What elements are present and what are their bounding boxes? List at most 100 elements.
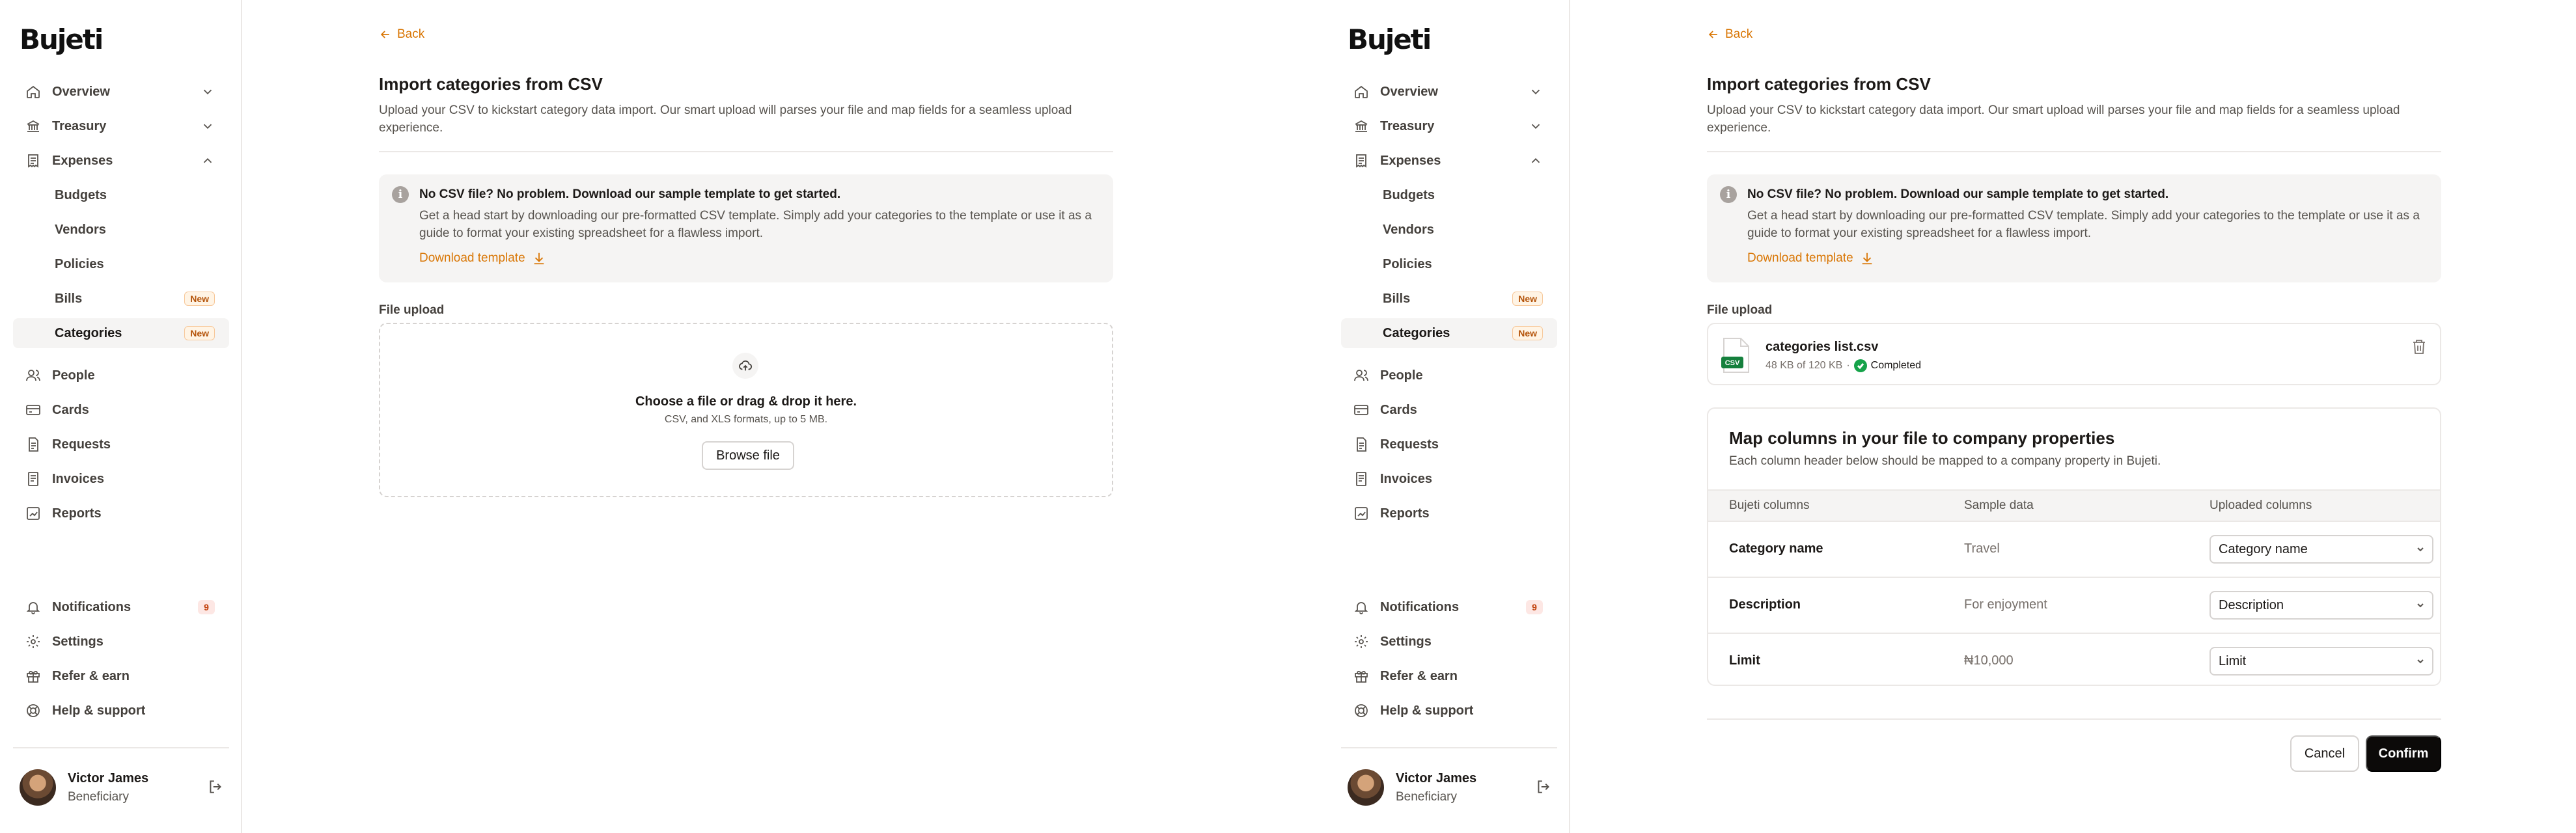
sidebar-item-categories[interactable]: Categories New: [13, 318, 229, 348]
download-icon: [534, 253, 544, 265]
mapping-table-header: Bujeti columns Sample data Uploaded colu…: [1708, 489, 2440, 522]
chevron-up-icon[interactable]: [201, 154, 215, 168]
back-label: Back: [397, 27, 425, 41]
header-bujeti-columns: Bujeti columns: [1729, 498, 1810, 512]
sidebar-item-reports[interactable]: Reports: [13, 498, 229, 528]
sidebar-item-label: Invoices: [52, 471, 105, 486]
bujeti-column-name: Description: [1729, 597, 1801, 612]
sidebar-item-categories[interactable]: Categories New: [1341, 318, 1557, 348]
meta-separator: ·: [1846, 360, 1850, 371]
uploaded-file-card: CSV categories list.csv 48 KB of 120 KB …: [1707, 323, 2441, 385]
card-icon: [25, 402, 42, 418]
sidebar-item-overview[interactable]: Overview: [13, 77, 229, 107]
file-upload-label: File upload: [379, 303, 445, 317]
sidebar-item-settings[interactable]: Settings: [13, 627, 229, 657]
sidebar-item-invoices[interactable]: Invoices: [13, 464, 229, 494]
header-divider: [379, 151, 1113, 152]
sidebar-item-label: Policies: [1383, 256, 1432, 271]
page-title: Import categories from CSV: [379, 74, 603, 94]
sidebar-item-budgets[interactable]: Budgets: [1341, 180, 1557, 210]
arrow-left-icon: [380, 31, 389, 38]
sidebar-item-label: Reports: [52, 506, 102, 521]
brand-logo[interactable]: Bujeti: [1348, 23, 1432, 55]
sidebar-item-bills[interactable]: Bills New: [13, 284, 229, 314]
sidebar-item-policies[interactable]: Policies: [13, 249, 229, 279]
sidebar-item-label: People: [52, 368, 95, 383]
uploaded-column-select[interactable]: Description: [2209, 591, 2433, 620]
sidebar-item-vendors[interactable]: Vendors: [1341, 215, 1557, 245]
cancel-button[interactable]: Cancel: [2290, 735, 2359, 772]
request-icon: [1353, 436, 1370, 453]
chevron-up-icon[interactable]: [1529, 154, 1543, 168]
sidebar-item-label: Bills: [55, 291, 83, 306]
uploaded-column-select[interactable]: Category name: [2209, 535, 2433, 564]
sidebar-item-treasury[interactable]: Treasury: [1341, 111, 1557, 141]
sidebar-item-invoices[interactable]: Invoices: [1341, 464, 1557, 494]
sidebar-item-label: Budgets: [55, 187, 107, 202]
sample-data: Travel: [1964, 541, 2000, 556]
uploaded-column-select[interactable]: Limit: [2209, 647, 2433, 676]
sidebar-item-cards[interactable]: Cards: [13, 395, 229, 425]
sidebar-item-help[interactable]: Help & support: [1341, 696, 1557, 726]
sidebar-item-bills[interactable]: Bills New: [1341, 284, 1557, 314]
sidebar-item-label: Expenses: [1380, 153, 1441, 168]
info-title: No CSV file? No problem. Download our sa…: [419, 187, 841, 201]
lifebuoy-icon: [1353, 702, 1370, 719]
sidebar-item-refer[interactable]: Refer & earn: [13, 661, 229, 691]
sidebar-item-expenses[interactable]: Expenses: [1341, 146, 1557, 176]
brand-logo[interactable]: Bujeti: [20, 23, 104, 55]
gear-icon: [25, 633, 42, 650]
sidebar-item-budgets[interactable]: Budgets: [13, 180, 229, 210]
sidebar-item-people[interactable]: People: [13, 361, 229, 390]
sidebar-item-reports[interactable]: Reports: [1341, 498, 1557, 528]
sidebar-item-notifications[interactable]: Notifications 9: [13, 592, 229, 622]
sidebar-item-label: Vendors: [1383, 222, 1434, 237]
sidebar-item-cards[interactable]: Cards: [1341, 395, 1557, 425]
sidebar-item-refer[interactable]: Refer & earn: [1341, 661, 1557, 691]
sidebar-item-label: Refer & earn: [1380, 668, 1458, 683]
sidebar-item-settings[interactable]: Settings: [1341, 627, 1557, 657]
chevron-down-icon[interactable]: [201, 119, 215, 133]
invoice-icon: [1353, 471, 1370, 487]
confirm-button[interactable]: Confirm: [2366, 735, 2441, 772]
header-divider: [1707, 151, 2441, 152]
receipt-icon: [1353, 152, 1370, 169]
sidebar-item-notifications[interactable]: Notifications 9: [1341, 592, 1557, 622]
user-profile[interactable]: Victor James Beneficiary: [1348, 768, 1556, 807]
sidebar-item-policies[interactable]: Policies: [1341, 249, 1557, 279]
download-template-link[interactable]: Download template: [419, 251, 546, 266]
sidebar-item-help[interactable]: Help & support: [13, 696, 229, 726]
file-name: categories list.csv: [1766, 340, 1879, 354]
sidebar-item-requests[interactable]: Requests: [1341, 430, 1557, 459]
invoice-icon: [25, 471, 42, 487]
reports-icon: [1353, 505, 1370, 522]
sidebar-item-requests[interactable]: Requests: [13, 430, 229, 459]
download-template-link[interactable]: Download template: [1747, 251, 1874, 266]
file-dropzone[interactable]: Choose a file or drag & drop it here. CS…: [379, 323, 1113, 497]
chevron-down-icon[interactable]: [1529, 85, 1543, 99]
bank-icon: [1353, 118, 1370, 135]
sidebar-item-people[interactable]: People: [1341, 361, 1557, 390]
sidebar-item-overview[interactable]: Overview: [1341, 77, 1557, 107]
logout-icon[interactable]: [207, 778, 224, 795]
table-row: Category name Travel Category name: [1708, 522, 2440, 578]
chevron-down-icon[interactable]: [1529, 119, 1543, 133]
table-row: Description For enjoyment Description: [1708, 578, 2440, 634]
logout-icon[interactable]: [1535, 778, 1552, 795]
sidebar-item-expenses[interactable]: Expenses: [13, 146, 229, 176]
sidebar-item-vendors[interactable]: Vendors: [13, 215, 229, 245]
user-profile[interactable]: Victor James Beneficiary: [20, 768, 228, 807]
sidebar-item-label: Requests: [1380, 437, 1439, 452]
sidebar-item-treasury[interactable]: Treasury: [13, 111, 229, 141]
sidebar-item-label: Help & support: [1380, 703, 1474, 718]
trash-icon[interactable]: [2411, 338, 2427, 355]
template-info-box: i No CSV file? No problem. Download our …: [379, 174, 1113, 282]
back-link[interactable]: Back: [1707, 27, 1752, 42]
back-link[interactable]: Back: [379, 27, 424, 42]
sidebar-item-label: Overview: [1380, 84, 1438, 99]
upload-status: Completed: [1870, 360, 1922, 371]
file-size: 48 KB of 120 KB: [1766, 360, 1843, 371]
people-icon: [1353, 367, 1370, 384]
chevron-down-icon[interactable]: [201, 85, 215, 99]
browse-file-button[interactable]: Browse file: [702, 441, 794, 470]
